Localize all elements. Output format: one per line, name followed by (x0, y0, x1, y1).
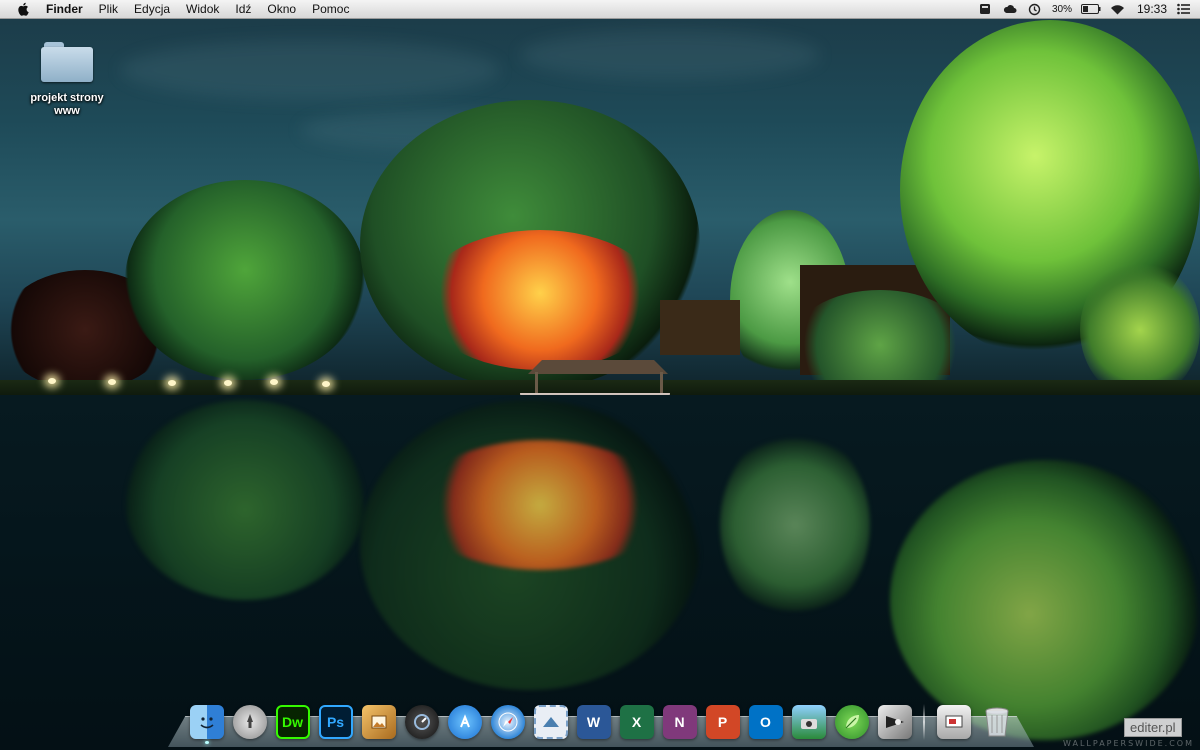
dock-grab[interactable] (876, 703, 913, 740)
desktop-folder-label: projekt strony www (30, 92, 104, 117)
boat-posts (535, 372, 663, 394)
menu-widok[interactable]: Widok (178, 0, 227, 18)
onenote-icon: N (662, 704, 697, 739)
excel-icon: X (619, 704, 654, 739)
photoshop-icon: Ps (318, 704, 353, 739)
lamp (270, 379, 278, 385)
cloud (120, 40, 500, 100)
tree-reflection (125, 400, 365, 600)
wifi-icon[interactable] (1110, 1, 1126, 17)
dock-launchpad[interactable] (231, 703, 268, 740)
dashboard-icon (404, 704, 439, 739)
safari-icon (490, 704, 525, 739)
drive-icon[interactable] (977, 1, 993, 17)
mail-stamp-icon (533, 704, 568, 739)
scanner-icon (936, 704, 971, 739)
menubar-clock[interactable]: 19:33 (1137, 2, 1167, 16)
desktop-folder[interactable]: projekt strony www (22, 40, 112, 118)
tree (125, 180, 365, 380)
lamp (48, 378, 56, 384)
apple-menu-icon[interactable] (14, 0, 32, 18)
lamp (224, 380, 232, 386)
dock-dashboard[interactable] (403, 703, 440, 740)
app-store-icon (447, 704, 482, 739)
menu-edycja[interactable]: Edycja (126, 0, 178, 18)
maple-tree (420, 230, 660, 370)
dock-excel[interactable]: X (618, 703, 655, 740)
list-icon[interactable] (1176, 1, 1192, 17)
folder-icon (41, 40, 93, 82)
screenshot-icon (877, 704, 912, 739)
battery-icon[interactable] (1080, 1, 1101, 17)
wallpaper-watermark: WALLPAPERSWIDE.COM (1063, 739, 1194, 748)
dock-image-capture[interactable] (790, 703, 827, 740)
dreamweaver-icon: Dw (275, 704, 310, 739)
cloud (520, 30, 820, 80)
editer-badge: editer.pl (1124, 718, 1182, 737)
dock-trash[interactable] (978, 703, 1015, 740)
dock-scanner[interactable] (935, 703, 972, 740)
maple-reflection (415, 440, 665, 570)
dock-safari[interactable] (489, 703, 526, 740)
dock-onenote[interactable]: N (661, 703, 698, 740)
time-machine-icon[interactable] (1027, 1, 1043, 17)
menu-idz[interactable]: Idź (227, 0, 259, 18)
image-capture-icon (791, 704, 826, 739)
dock-photoshop[interactable]: Ps (317, 703, 354, 740)
dock-mail[interactable] (532, 703, 569, 740)
status-area: 30% 19:33 (977, 0, 1192, 18)
dock-finder[interactable] (188, 703, 225, 744)
dock-outlook[interactable]: O (747, 703, 784, 740)
finder-icon (189, 704, 224, 739)
running-indicator (204, 741, 209, 744)
dock-word[interactable]: W (575, 703, 612, 740)
dock-powerpoint[interactable]: P (704, 703, 741, 740)
dock: Dw Ps W X N P O (188, 698, 1015, 744)
powerpoint-icon: P (705, 704, 740, 739)
preview-icon (361, 704, 396, 739)
tree (1080, 260, 1200, 400)
dock-dreamweaver[interactable]: Dw (274, 703, 311, 740)
menu-app-name[interactable]: Finder (44, 0, 91, 18)
menu-pomoc[interactable]: Pomoc (304, 0, 357, 18)
cloud-icon[interactable] (1002, 1, 1018, 17)
desktop-wallpaper: WALLPAPERSWIDE.COM (0, 0, 1200, 750)
lamp (322, 381, 330, 387)
trash-icon (980, 705, 1014, 739)
dock-app-store[interactable] (446, 703, 483, 740)
leaf-icon (834, 704, 869, 739)
battery-percent[interactable]: 30% (1052, 4, 1072, 15)
menu-bar: Finder Plik Edycja Widok Idź Okno Pomoc … (0, 0, 1200, 19)
menu-okno[interactable]: Okno (259, 0, 304, 18)
dock-preview[interactable] (360, 703, 397, 740)
house (660, 300, 740, 355)
dock-separator (923, 704, 925, 740)
lamp (168, 380, 176, 386)
launchpad-icon (232, 704, 267, 739)
menu-plik[interactable]: Plik (91, 0, 126, 18)
outlook-icon: O (748, 704, 783, 739)
word-icon: W (576, 704, 611, 739)
dock-leaf[interactable] (833, 703, 870, 740)
lamp (108, 379, 116, 385)
tree-reflection (720, 430, 870, 620)
